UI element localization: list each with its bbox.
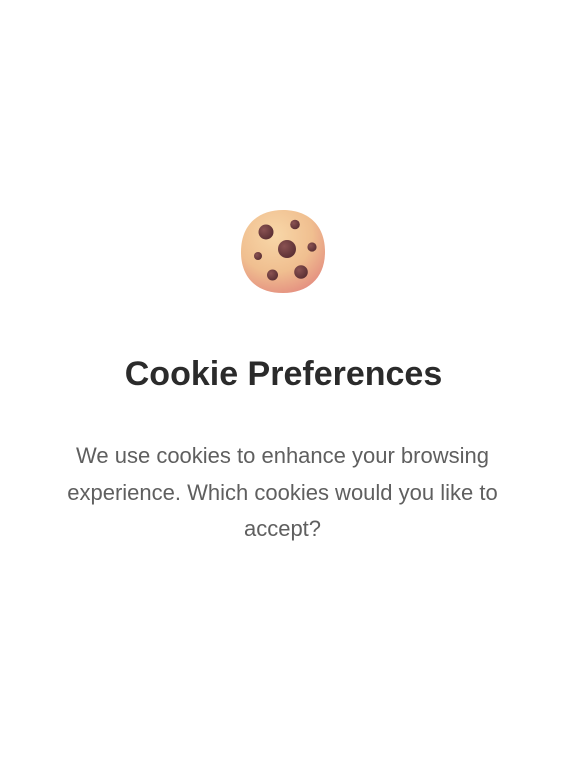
- dialog-title: Cookie Preferences: [124, 355, 443, 393]
- cookie-icon: [241, 210, 325, 293]
- dialog-description: We use cookies to enhance your browsing …: [67, 443, 498, 541]
- cookie-preferences-dialog: Cookie Preferences We use cookies to enh…: [0, 0, 563, 771]
